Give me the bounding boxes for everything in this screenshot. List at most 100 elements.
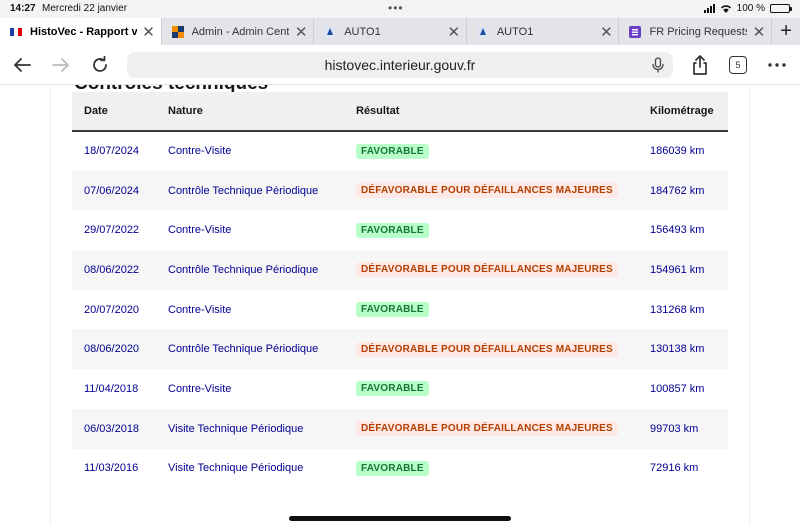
cell-nature: Contre-Visite: [168, 224, 232, 237]
defavorable-badge: DÉFAVORABLE POUR DÉFAILLANCES MAJEURES: [356, 341, 618, 357]
cell-result: FAVORABLE: [356, 369, 650, 409]
auto1-icon: [476, 25, 489, 38]
close-tab-icon[interactable]: ✕: [289, 23, 313, 41]
battery-percentage: 100 %: [736, 3, 765, 14]
table-body: 18/07/2024 Contre-Visite FAVORABLE 186039 k…: [72, 131, 728, 488]
table-row: 06/03/2018 Visite Technique Périodique DÉF…: [72, 408, 728, 449]
tab-title: FR Pricing Requests: [649, 25, 748, 38]
status-bar: 14:27 Mercredi 22 janvier ••• 100 %: [0, 0, 800, 18]
status-date: Mercredi 22 janvier: [42, 3, 128, 14]
table-row: 11/03/2016 Visite Technique Périodique FAV…: [72, 449, 728, 489]
address-bar[interactable]: histovec.interieur.gouv.fr: [127, 52, 673, 78]
cell-nature: Visite Technique Périodique: [168, 462, 304, 475]
french-flag-icon: [10, 26, 22, 38]
cell-nature: Contrôle Technique Périodique: [168, 184, 319, 197]
cell-result: DÉFAVORABLE POUR DÉFAILLANCES MAJEURES: [356, 171, 650, 211]
cell-result: FAVORABLE: [356, 290, 650, 330]
favorable-badge: FAVORABLE: [356, 460, 429, 476]
cell-result: FAVORABLE: [356, 210, 650, 250]
cell-date: 18/07/2024: [84, 145, 140, 158]
cell-nature: Contrôle Technique Périodique: [168, 263, 319, 276]
cell-date: 08/06/2022: [84, 263, 140, 276]
cell-result: FAVORABLE: [356, 449, 650, 489]
forward-arrow-icon[interactable]: [49, 53, 73, 77]
cell-nature: Contre-Visite: [168, 145, 232, 158]
table-row: 08/06/2022 Contrôle Technique Périodique D…: [72, 250, 728, 290]
cellular-signal-icon: [703, 4, 715, 13]
close-tab-icon[interactable]: ✕: [442, 23, 466, 41]
more-options-icon[interactable]: [765, 53, 789, 77]
reload-icon[interactable]: [88, 53, 112, 77]
tab-title: AUTO1: [496, 25, 534, 38]
header-mileage: Kilométrage: [650, 105, 714, 117]
cell-mileage: 131268 km: [650, 303, 705, 316]
cell-date: 29/07/2022: [84, 224, 140, 237]
table-row: 11/04/2018 Contre-Visite FAVORABLE 100857 k…: [72, 369, 728, 409]
multitasking-dots-icon[interactable]: •••: [388, 1, 404, 15]
battery-icon: [770, 4, 792, 13]
tab-title: Admin - Admin Center: [191, 25, 290, 38]
tab-auto1-second[interactable]: AUTO1 ✕: [467, 18, 620, 45]
cell-date: 11/03/2016: [84, 462, 139, 475]
cell-date: 11/04/2018: [84, 382, 139, 395]
cell-mileage: 156493 km: [650, 224, 705, 237]
cell-mileage: 154961 km: [650, 263, 705, 276]
tab-histovec[interactable]: HistoVec - Rapport ve ✕: [0, 18, 162, 45]
favorable-badge: FAVORABLE: [356, 381, 429, 397]
defavorable-badge: DÉFAVORABLE POUR DÉFAILLANCES MAJEURES: [356, 183, 618, 199]
cell-mileage: 130138 km: [650, 343, 705, 356]
tab-bar: HistoVec - Rapport ve ✕ Admin - Admin Ce…: [0, 18, 800, 45]
cell-nature: Contrôle Technique Périodique: [168, 343, 319, 356]
microphone-icon[interactable]: [651, 57, 665, 73]
cell-mileage: 184762 km: [650, 184, 705, 197]
table-row: 08/06/2020 Contrôle Technique Périodique D…: [72, 329, 728, 370]
cell-result: DÉFAVORABLE POUR DÉFAILLANCES MAJEURES: [356, 250, 650, 290]
tab-auto1-first[interactable]: AUTO1 ✕: [314, 18, 467, 45]
tab-title: HistoVec - Rapport ve: [30, 25, 137, 38]
table-header-row: Date Nature Résultat Kilométrage: [72, 92, 728, 131]
tab-switcher-button[interactable]: 5: [729, 56, 747, 74]
content-border-left: [50, 85, 51, 525]
cell-result: DÉFAVORABLE POUR DÉFAILLANCES MAJEURES: [356, 409, 650, 449]
tab-title: AUTO1: [344, 25, 381, 38]
favorable-badge: FAVORABLE: [356, 302, 429, 318]
cell-date: 08/06/2020: [84, 343, 140, 356]
status-indicators: 100 %: [703, 3, 792, 14]
content-border-right: [749, 85, 750, 525]
tab-admin-center[interactable]: Admin - Admin Center ✕: [162, 18, 315, 45]
cell-date: 06/03/2018: [84, 422, 140, 435]
pricing-requests-icon: [629, 25, 642, 38]
favorable-badge: FAVORABLE: [356, 143, 429, 159]
close-tab-icon[interactable]: ✕: [594, 23, 618, 41]
table-row: 20/07/2020 Contre-Visite FAVORABLE 131268 k…: [72, 290, 728, 330]
cell-nature: Contre-Visite: [168, 303, 232, 316]
status-time: 14:27: [10, 3, 36, 14]
url-text: histovec.interieur.gouv.fr: [324, 57, 476, 73]
close-tab-icon[interactable]: ✕: [137, 23, 161, 41]
cell-date: 07/06/2024: [84, 184, 140, 197]
cell-mileage: 100857 km: [650, 382, 705, 395]
cell-nature: Visite Technique Périodique: [168, 422, 304, 435]
admin-center-icon: [171, 25, 184, 38]
cell-mileage: 99703 km: [650, 422, 699, 435]
tab-fr-pricing-requests[interactable]: FR Pricing Requests ✕: [619, 18, 773, 45]
cell-date: 20/07/2020: [84, 303, 140, 316]
technical-inspections-table: Date Nature Résultat Kilométrage 18/07/2…: [72, 92, 728, 488]
page-content: Contrôles techniques Date Nature Résulta…: [0, 85, 800, 525]
header-date: Date: [84, 105, 108, 117]
cell-mileage: 186039 km: [650, 145, 705, 158]
defavorable-badge: DÉFAVORABLE POUR DÉFAILLANCES MAJEURES: [356, 421, 618, 437]
auto1-icon: [324, 25, 337, 38]
back-arrow-icon[interactable]: [10, 53, 34, 77]
share-icon[interactable]: [688, 53, 712, 77]
defavorable-badge: DÉFAVORABLE POUR DÉFAILLANCES MAJEURES: [356, 262, 618, 278]
table-row: 07/06/2024 Contrôle Technique Périodique D…: [72, 170, 728, 211]
home-indicator[interactable]: [289, 516, 511, 521]
cell-result: FAVORABLE: [356, 131, 650, 171]
wifi-icon: [720, 5, 731, 13]
close-tab-icon[interactable]: ✕: [747, 23, 771, 41]
favorable-badge: FAVORABLE: [356, 222, 429, 238]
header-nature: Nature: [168, 105, 203, 117]
cell-nature: Contre-Visite: [168, 382, 232, 395]
new-tab-button[interactable]: +: [772, 18, 800, 45]
